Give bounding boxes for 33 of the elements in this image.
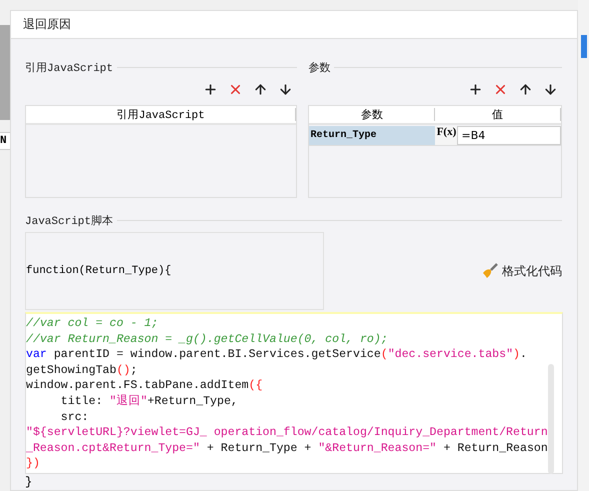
param-name-cell[interactable]: Return_Type [309,126,436,145]
code-line: //var col = co - 1; [26,316,160,332]
move-down-icon[interactable] [278,82,294,96]
group-label: 引用JavaScript [25,61,114,74]
add-icon[interactable] [203,82,218,96]
scrollbar-thumb[interactable] [580,35,586,58]
code-editor[interactable] [25,312,563,474]
group-label: JavaScript脚本 [25,214,114,228]
code-line: src: [60,410,90,426]
scrollbar[interactable] [548,364,554,474]
dialog-title: 退回原因 [11,11,577,39]
move-up-icon[interactable] [518,82,533,96]
code-line: var parentID = window.parent.BI.Services.getService("dec.service.tabs"). [26,347,528,363]
function-signature: function(Return_Type){ [25,232,324,310]
code-line: _Reason.cpt&Return_Type=" + Return_Type + "&Return_Reason=" + Return_Reason [26,440,549,456]
code-line: //var Return_Reason = _g().getCellValue(0, col, ro); [26,332,389,348]
column-header: 参数 [309,108,436,121]
code-line: } [25,475,34,489]
add-icon[interactable] [468,82,483,96]
move-down-icon[interactable] [543,82,558,96]
code-line: getShowingTab(); [26,362,138,378]
value-field[interactable]: =B4 [457,126,561,145]
column-header: 引用JavaScript [26,108,296,121]
move-up-icon[interactable] [253,82,268,96]
group-label: 参数 [308,61,330,74]
code-line: window.parent.FS.tabPane.addItem({ [26,378,264,394]
code-line: "${servletURL}?viewlet=GJ_ operation_flow/catalog/Inquiry_Department/Return [26,425,549,441]
code-line: }) [26,456,41,472]
column-header: 值 [435,108,562,121]
format-code-button[interactable]: 格式化代码 [482,262,562,280]
broom-icon [482,263,498,279]
code-line: title: "退回"+Return_Type, [60,394,239,410]
sheet-cell: N [0,132,10,150]
